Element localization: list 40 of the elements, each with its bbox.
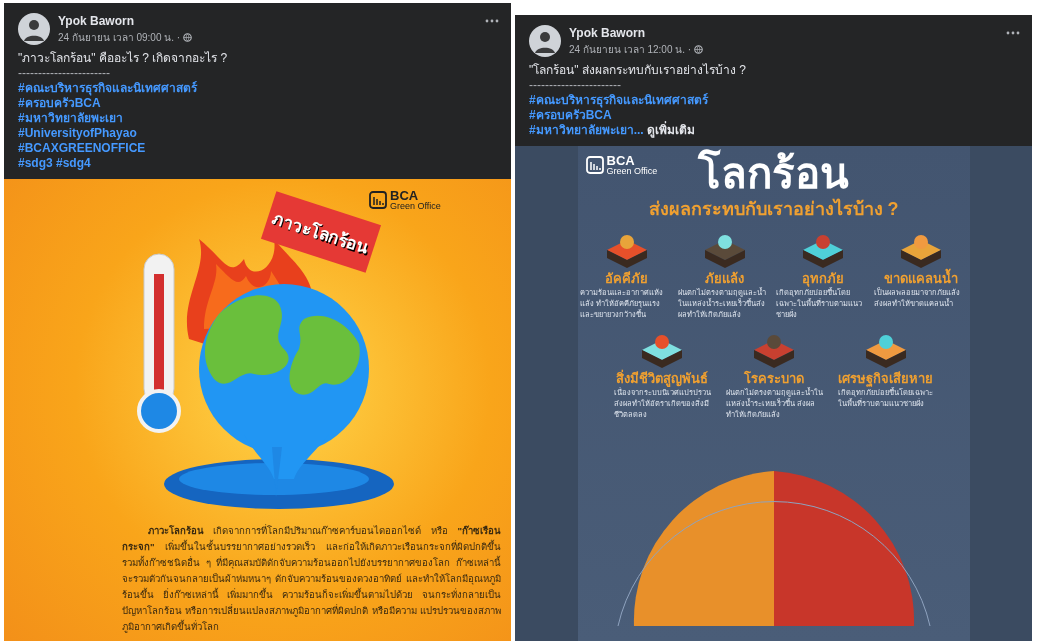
hashtag-link[interactable]: #มหาวิทยาลัยพะเยา — [18, 111, 123, 125]
impact-title: ภัยแล้ง — [705, 270, 744, 287]
logo-name: BCA — [606, 154, 635, 167]
separator-line: ----------------------- — [18, 66, 111, 81]
logo-icon — [369, 191, 387, 209]
globe-icon — [694, 44, 704, 54]
avatar-icon[interactable] — [18, 13, 50, 45]
hashtag-link[interactable]: #ครอบครัวBCA — [18, 96, 101, 110]
author-name[interactable]: Ypok Baworn — [58, 13, 477, 28]
impact-title: อัคคีภัย — [605, 270, 648, 287]
post-caption: "ภาวะโลกร้อน" คืออะไร ? เกิดจากอะไร ? — [18, 51, 229, 66]
separator-line: ----------------------- — [529, 78, 622, 93]
logo-subtitle: Green Office — [606, 167, 658, 176]
avatar-icon[interactable] — [529, 25, 561, 57]
poster-title: โลกร้อน — [698, 150, 849, 198]
logo-name: BCA — [390, 189, 419, 202]
post-time[interactable]: 24 กันยายน เวลา 12:00 น. · — [569, 41, 692, 57]
impact-title: ขาดแคลนน้ำ — [883, 270, 958, 287]
more-options-icon[interactable] — [1006, 31, 1020, 35]
hashtag-link[interactable]: #BCAXGREENOFFICE — [18, 141, 146, 155]
globe-icon — [183, 32, 193, 42]
hashtag-link[interactable]: #มหาวิทยาลัยพะเยา... — [529, 123, 644, 137]
more-options-icon[interactable] — [485, 19, 499, 23]
poster-subtitle: ส่งผลกระทบกับเราอย่างไรบ้าง ? — [648, 198, 899, 220]
hashtag-link[interactable]: #คณะบริหารธุรกิจและนิเทศศาสตร์ — [18, 81, 197, 95]
logo-subtitle: Green Office — [390, 202, 441, 211]
see-more-link[interactable]: ดูเพิ่มเติม — [647, 123, 696, 137]
post-time[interactable]: 24 กันยายน เวลา 09:00 น. · — [58, 29, 181, 45]
impact-title: สิ่งมีชีวิตสูญพันธ์ — [615, 370, 708, 387]
hashtag-link[interactable]: #UniversityofPhayao — [18, 126, 137, 140]
impact-title: อุทกภัย — [801, 270, 844, 287]
post-caption: "โลกร้อน" ส่งผลกระทบกับเราอย่างไรบ้าง ? — [529, 63, 747, 78]
hashtag-link[interactable]: #คณะบริหารธุรกิจและนิเทศศาสตร์ — [529, 93, 708, 107]
impact-title: โรคระบาด — [743, 370, 804, 387]
hashtag-link[interactable]: #sdg3 #sdg4 — [18, 156, 91, 170]
author-name[interactable]: Ypok Baworn — [569, 25, 998, 40]
logo-icon — [585, 156, 604, 174]
poster-paragraph: ภาวะโลกร้อน เกิดจากการที่โลกมีปริมาณก๊าซคาร์บอนไดออกไซด์ หรือ "ก๊าซเรือนกระจก" เพิ่มขึ้นในชั้นบรรยากาศอย่างรวดเร็ว และก่อให้เกิดภาวะเรือนกระจกที่ผิดปกติขึ้น รวมทั้งก๊าซชนิดอื่น ๆ ที่มีคุณสมบัติดักจับความร้อนออกไปยังบรรยากาศของโลก ก๊าซเหล่านี้จะรวมตัวกันจนกลายเป็นผ้าห่มหนาๆ ดักจับความร้อนของดวงอาทิตย์ และทำให้โลกมีอุณหภูมิร้อนขึ้น ยิ่งก๊าซเหล่านี้ เพิ่มมากขึ้น ความร้อนก็จะเพิ่มขึ้นตามไปด้วย จนกระทั่งกลายเป็นปัญหาโลกร้อน หรือการเปลี่ยนแปลงสภาพภูมิอากาศที่ผิดปกติ หรือมีความ แปรปรวนของสภาพภูมิอากาศเกิดขึ้นทั่วโลก — [121, 523, 502, 635]
impact-title: เศรษฐกิจเสียหาย — [838, 370, 933, 387]
hashtag-link[interactable]: #ครอบครัวBCA — [529, 108, 612, 122]
